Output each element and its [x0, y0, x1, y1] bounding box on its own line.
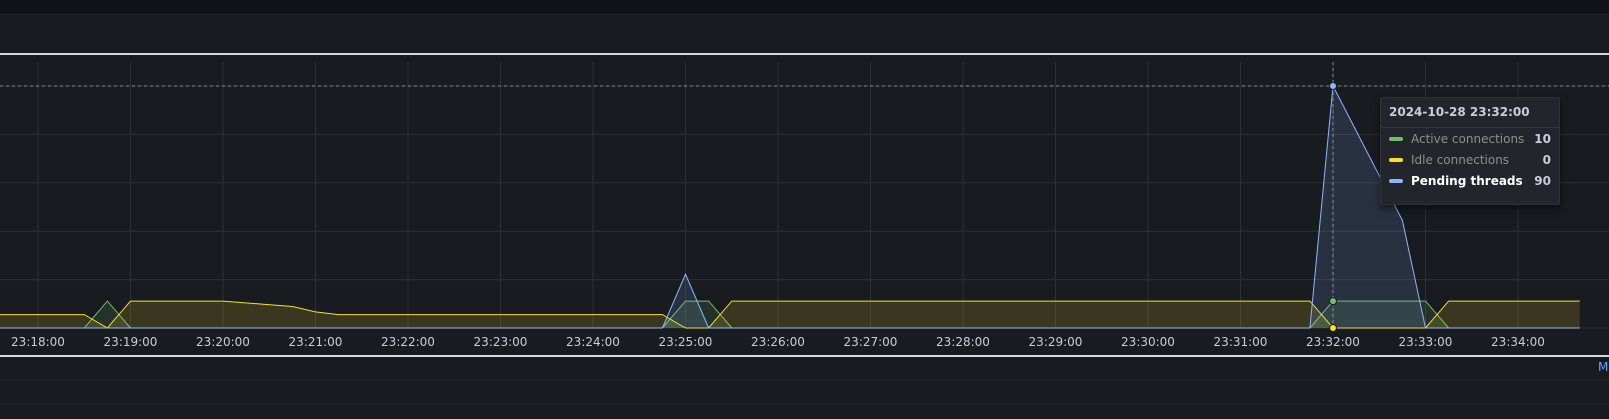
hover-point-1 [1329, 324, 1337, 332]
tooltip-row-value: 0 [1542, 152, 1551, 167]
tooltip-row-label: Idle connections [1411, 152, 1510, 167]
x-tick-label: 23:25:00 [659, 335, 713, 349]
tooltip-timestamp: 2024-10-28 23:32:00 [1381, 98, 1559, 128]
divider [0, 403, 1609, 404]
tooltip-row-value: 90 [1534, 173, 1551, 188]
x-tick-label: 23:28:00 [936, 335, 990, 349]
x-tick-label: 23:24:00 [566, 335, 620, 349]
x-tick-label: 23:33:00 [1399, 335, 1453, 349]
x-tick-label: 23:34:00 [1491, 335, 1545, 349]
panel-border-bottom [0, 355, 1609, 357]
x-tick-label: 23:30:00 [1121, 335, 1175, 349]
hover-point-0 [1329, 297, 1337, 306]
tooltip-row-label: Pending threads [1411, 173, 1523, 188]
x-tick-label: 23:18:00 [11, 335, 65, 349]
legend-fragment[interactable]: M [1598, 360, 1608, 374]
x-tick-label: 23:23:00 [474, 335, 528, 349]
tooltip-row-pending: Pending threads 90 [1381, 170, 1559, 191]
x-tick-label: 23:32:00 [1306, 335, 1360, 349]
x-tick-label: 23:27:00 [844, 335, 898, 349]
tooltip-row-idle: Idle connections 0 [1381, 149, 1559, 170]
series-color-swatch [1389, 157, 1403, 162]
x-tick-label: 23:21:00 [289, 335, 343, 349]
series-color-swatch [1389, 136, 1403, 141]
series-color-swatch [1389, 178, 1403, 183]
x-tick-label: 23:19:00 [104, 335, 158, 349]
x-tick-label: 23:26:00 [751, 335, 805, 349]
chart-tooltip: 2024-10-28 23:32:00 Active connections 1… [1380, 97, 1560, 205]
hover-point-2 [1329, 82, 1337, 90]
tooltip-row-active: Active connections 10 [1381, 128, 1559, 149]
x-tick-label: 23:20:00 [196, 335, 250, 349]
series-area-2 [0, 86, 1580, 328]
tooltip-row-value: 10 [1534, 131, 1551, 146]
x-tick-label: 23:31:00 [1214, 335, 1268, 349]
divider [0, 380, 1609, 381]
x-tick-label: 23:22:00 [381, 335, 435, 349]
x-tick-label: 23:29:00 [1029, 335, 1083, 349]
tooltip-row-label: Active connections [1411, 131, 1525, 146]
